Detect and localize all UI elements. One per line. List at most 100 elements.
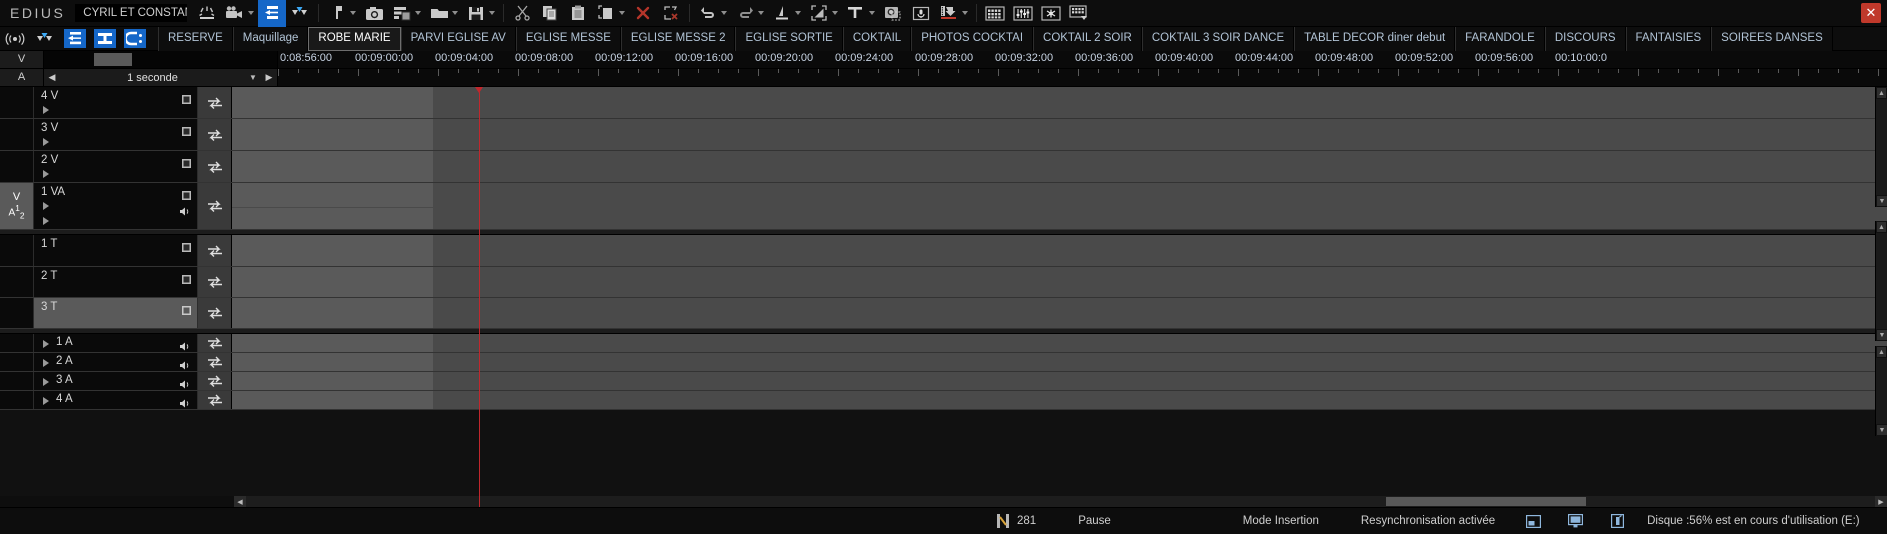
tab-coktail-3-soir-dance[interactable]: COKTAIL 3 SOIR DANCE bbox=[1141, 26, 1295, 51]
timeline-horizontal-scrollbar[interactable]: ◀ ▶ bbox=[0, 496, 1887, 507]
track-mixer-button-4a[interactable] bbox=[198, 391, 232, 409]
expand-arrow-icon[interactable] bbox=[43, 340, 49, 348]
chevron-down-icon[interactable] bbox=[960, 3, 969, 23]
toolbar-button-effect-palette[interactable] bbox=[1037, 0, 1065, 27]
track-mute-icon[interactable] bbox=[182, 155, 191, 173]
track-selector-2t[interactable] bbox=[0, 267, 34, 297]
track-row-3t[interactable]: 3 T bbox=[0, 298, 1887, 329]
track-lane-1a[interactable] bbox=[232, 334, 1887, 352]
scroll-right-icon[interactable]: ▶ bbox=[1875, 496, 1887, 507]
tab-eglise-messe-2[interactable]: EGLISE MESSE 2 bbox=[620, 26, 736, 51]
chevron-down-icon[interactable] bbox=[830, 3, 839, 23]
scroll-up-icon[interactable]: ▲ bbox=[1876, 346, 1887, 358]
toolbar-button-undo[interactable] bbox=[694, 0, 731, 27]
scroll-up-icon[interactable]: ▲ bbox=[1876, 87, 1887, 99]
toolbar-button-save[interactable] bbox=[462, 0, 499, 27]
toolbar-button-sequence-markers[interactable] bbox=[1065, 0, 1093, 27]
expand-arrow-icon[interactable] bbox=[43, 397, 49, 405]
chevron-down-icon[interactable]: ▼ bbox=[245, 73, 261, 82]
track-mute-icon[interactable] bbox=[182, 271, 191, 289]
tab-photos-cocktai[interactable]: PHOTOS COCKTAI bbox=[911, 26, 1034, 51]
toolbar-button-bin[interactable] bbox=[981, 0, 1009, 27]
track-mute-icon[interactable] bbox=[182, 302, 191, 320]
toolbar-button-redo[interactable] bbox=[731, 0, 768, 27]
toolbar-button-sync-recorder[interactable] bbox=[258, 0, 287, 27]
track-mixer-button-1a[interactable] bbox=[198, 334, 232, 352]
chevron-down-icon[interactable] bbox=[867, 3, 876, 23]
device-preview-icon[interactable] bbox=[1609, 513, 1625, 529]
expand-arrow-icon[interactable] bbox=[43, 202, 49, 210]
zoom-scroll-thumb[interactable] bbox=[94, 53, 132, 66]
chevron-down-icon[interactable] bbox=[487, 3, 496, 23]
zoom-next-arrow-icon[interactable]: ▶ bbox=[261, 72, 277, 83]
window-layout-icon[interactable] bbox=[1525, 513, 1541, 529]
track-mixer-button-2a[interactable] bbox=[198, 353, 232, 371]
toolbar-button-cut[interactable] bbox=[508, 0, 536, 27]
tab-fantaisies[interactable]: FANTAISIES bbox=[1625, 26, 1712, 51]
track-lane-2a[interactable] bbox=[232, 353, 1887, 371]
scroll-track[interactable] bbox=[246, 496, 1875, 507]
chevron-down-icon[interactable] bbox=[246, 3, 255, 23]
tab-eglise-sortie[interactable]: EGLISE SORTIE bbox=[735, 26, 843, 51]
chevron-down-icon[interactable] bbox=[719, 3, 728, 23]
tab-coktail[interactable]: COKTAIL bbox=[842, 26, 912, 51]
tab-maquillage[interactable]: Maquillage bbox=[232, 26, 309, 51]
batch-export-icon[interactable] bbox=[34, 29, 56, 48]
scroll-up-icon[interactable]: ▲ bbox=[1876, 221, 1887, 233]
toolbar-button-freeze-frame[interactable] bbox=[879, 0, 907, 27]
toolbar-button-razor[interactable] bbox=[768, 0, 805, 27]
zoom-scroll-strip[interactable] bbox=[44, 51, 278, 69]
tab-robe-marie[interactable]: ROBE MARIE bbox=[308, 26, 401, 51]
track-row-3v[interactable]: 3 V bbox=[0, 119, 1887, 151]
track-row-3a[interactable]: 3 A bbox=[0, 372, 1887, 391]
toolbar-button-copy[interactable] bbox=[536, 0, 564, 27]
track-mixer-button-2t[interactable] bbox=[198, 267, 232, 297]
track-selector-4v[interactable] bbox=[0, 87, 34, 118]
track-lane-2v[interactable] bbox=[232, 151, 1887, 182]
track-selector-3v[interactable] bbox=[0, 119, 34, 150]
toolbar-button-batch-capture[interactable] bbox=[286, 0, 314, 27]
expand-arrow-icon[interactable] bbox=[43, 378, 49, 386]
toolbar-button-capture[interactable] bbox=[221, 0, 258, 27]
chevron-down-icon[interactable] bbox=[617, 3, 626, 23]
track-row-4v[interactable]: 4 V bbox=[0, 87, 1887, 119]
track-lane-3a[interactable] bbox=[232, 372, 1887, 390]
toolbar-button-duplicate[interactable] bbox=[592, 0, 629, 27]
track-header-1t[interactable]: 1 T bbox=[34, 235, 198, 266]
chevron-down-icon[interactable] bbox=[793, 3, 802, 23]
track-lane-3t[interactable] bbox=[232, 298, 1887, 328]
track-mute-icon[interactable] bbox=[182, 239, 191, 257]
track-row-1va[interactable]: V A12 1 VA bbox=[0, 183, 1887, 230]
project-name-field[interactable]: CYRIL ET CONSTANC... bbox=[75, 4, 188, 22]
toolbar-button-effects[interactable] bbox=[193, 0, 221, 27]
track-header-2v[interactable]: 2 V bbox=[34, 151, 198, 182]
scroll-thumb[interactable] bbox=[1386, 497, 1586, 506]
toolbar-button-transform[interactable] bbox=[805, 0, 842, 27]
track-mixer-button-1t[interactable] bbox=[198, 235, 232, 266]
zoom-scale-select[interactable]: ◀ 1 seconde ▼ ▶ bbox=[44, 69, 278, 87]
tab-parvi-eglise-av[interactable]: PARVI EGLISE AV bbox=[400, 26, 516, 51]
scroll-down-icon[interactable]: ▼ bbox=[1876, 195, 1887, 207]
track-lane-4a[interactable] bbox=[232, 391, 1887, 409]
track-row-1a[interactable]: 1 A bbox=[0, 334, 1887, 353]
sync-mode-icon[interactable] bbox=[64, 29, 86, 48]
tab-farandole[interactable]: FARANDOLE bbox=[1455, 26, 1545, 51]
broadcast-icon[interactable] bbox=[4, 29, 26, 48]
track-selector-3t[interactable] bbox=[0, 298, 34, 328]
track-selector-2a[interactable] bbox=[0, 353, 34, 371]
tab-coktail-2-soir[interactable]: COKTAIL 2 SOIR bbox=[1033, 26, 1142, 51]
track-selector-4a[interactable] bbox=[0, 391, 34, 409]
chevron-down-icon[interactable] bbox=[756, 3, 765, 23]
c-mode-icon[interactable] bbox=[124, 29, 146, 48]
track-mixer-button-1va[interactable] bbox=[198, 183, 232, 229]
playhead-handle-icon[interactable] bbox=[475, 87, 483, 93]
track-mute-icon[interactable] bbox=[182, 91, 191, 109]
tab-reserve[interactable]: RESERVE bbox=[158, 26, 233, 51]
toolbar-button-open[interactable] bbox=[425, 0, 462, 27]
close-window-button[interactable]: ✕ bbox=[1861, 3, 1881, 23]
track-mixer-button-3t[interactable] bbox=[198, 298, 232, 328]
track-selector-1va[interactable]: V A12 bbox=[0, 183, 34, 229]
track-header-4a[interactable]: 4 A bbox=[34, 391, 198, 409]
track-row-1t[interactable]: 1 T bbox=[0, 235, 1887, 267]
track-speaker-icon[interactable] bbox=[180, 395, 191, 413]
